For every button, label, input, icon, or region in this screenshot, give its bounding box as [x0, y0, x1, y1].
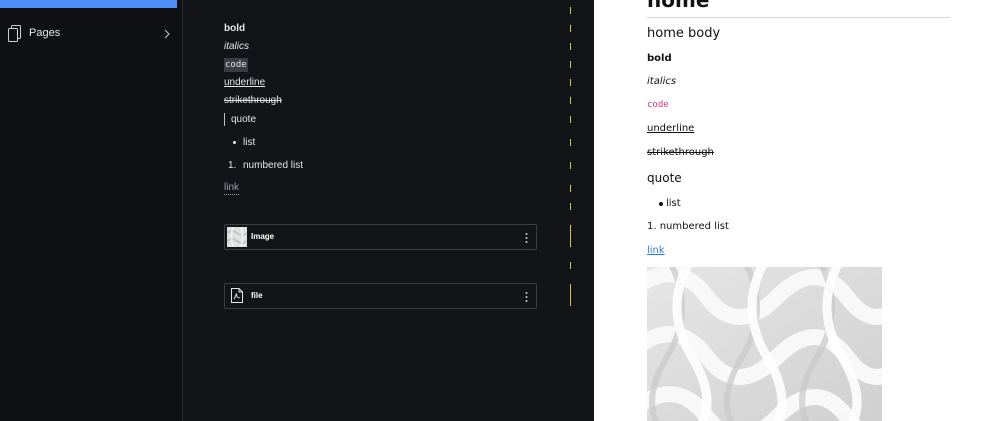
file-block-name: file: [251, 291, 263, 300]
gutter-marker: [570, 116, 571, 123]
preview-strikethrough: strikethrough: [647, 147, 714, 158]
preview-quote: quote: [647, 171, 682, 185]
gutter-marker: [570, 7, 571, 14]
gutter-marker: [570, 139, 571, 146]
more-options-icon[interactable]: [525, 231, 528, 243]
gutter-marker: [570, 284, 571, 306]
preview-list-item: list: [666, 198, 681, 209]
sidebar: Pages: [0, 0, 183, 421]
editor-list-item[interactable]: list: [243, 136, 255, 150]
gutter-marker: [570, 185, 571, 192]
editor-strikethrough-line[interactable]: strikethrough: [224, 94, 282, 108]
gutter-marker: [570, 203, 571, 210]
sidebar-active-item[interactable]: [0, 0, 177, 8]
editor-underline-line[interactable]: underline: [224, 76, 265, 90]
preview-pane: home home body bold italics code underli…: [594, 0, 1000, 421]
page-title: home: [647, 0, 710, 12]
rich-text-editor[interactable]: bold italics code underline strikethroug…: [183, 0, 594, 421]
gutter-marker: [570, 262, 571, 269]
gutter-marker: [570, 162, 571, 169]
image-block[interactable]: Image: [224, 224, 537, 250]
chevron-right-icon[interactable]: [162, 27, 172, 39]
image-thumbnail: [226, 226, 248, 248]
gutter-marker: [570, 25, 571, 32]
bullet-marker: [233, 141, 236, 144]
gutter-marker: [570, 225, 571, 247]
sidebar-item-label: Pages: [29, 27, 61, 39]
preview-underline: underline: [647, 123, 695, 134]
file-block[interactable]: file: [224, 283, 537, 309]
preview-heading: home body: [647, 26, 721, 41]
editor-link[interactable]: link: [224, 182, 240, 195]
editor-numbered-list-item[interactable]: numbered list: [243, 159, 303, 173]
editor-quote-line[interactable]: quote: [231, 113, 256, 127]
gutter-marker: [570, 79, 571, 86]
editor-bold-line[interactable]: bold: [224, 22, 245, 36]
preview-italics: italics: [647, 76, 677, 87]
quote-bar: [224, 113, 225, 126]
editor-code-line[interactable]: code: [224, 58, 248, 72]
more-options-icon[interactable]: [525, 290, 528, 302]
editor-italics-line[interactable]: italics: [224, 40, 249, 54]
image-block-name: Image: [251, 232, 275, 241]
pages-icon: [8, 25, 22, 43]
gutter-marker: [570, 61, 571, 68]
sidebar-item-pages[interactable]: Pages: [0, 22, 182, 46]
title-divider: [647, 17, 950, 18]
preview-link[interactable]: link: [647, 245, 665, 256]
preview-numbered-list-item: 1. numbered list: [647, 221, 729, 232]
gutter-marker: [570, 97, 571, 104]
preview-bullet-marker: [659, 202, 663, 206]
numbered-list-marker: 1.: [228, 160, 237, 171]
preview-bold: bold: [647, 53, 672, 64]
pdf-file-icon: [231, 288, 243, 303]
gutter-marker: [570, 43, 571, 50]
preview-code: code: [647, 100, 669, 110]
app-window: Pages bold italics code underline strike…: [0, 0, 1000, 421]
preview-image: [647, 267, 882, 421]
